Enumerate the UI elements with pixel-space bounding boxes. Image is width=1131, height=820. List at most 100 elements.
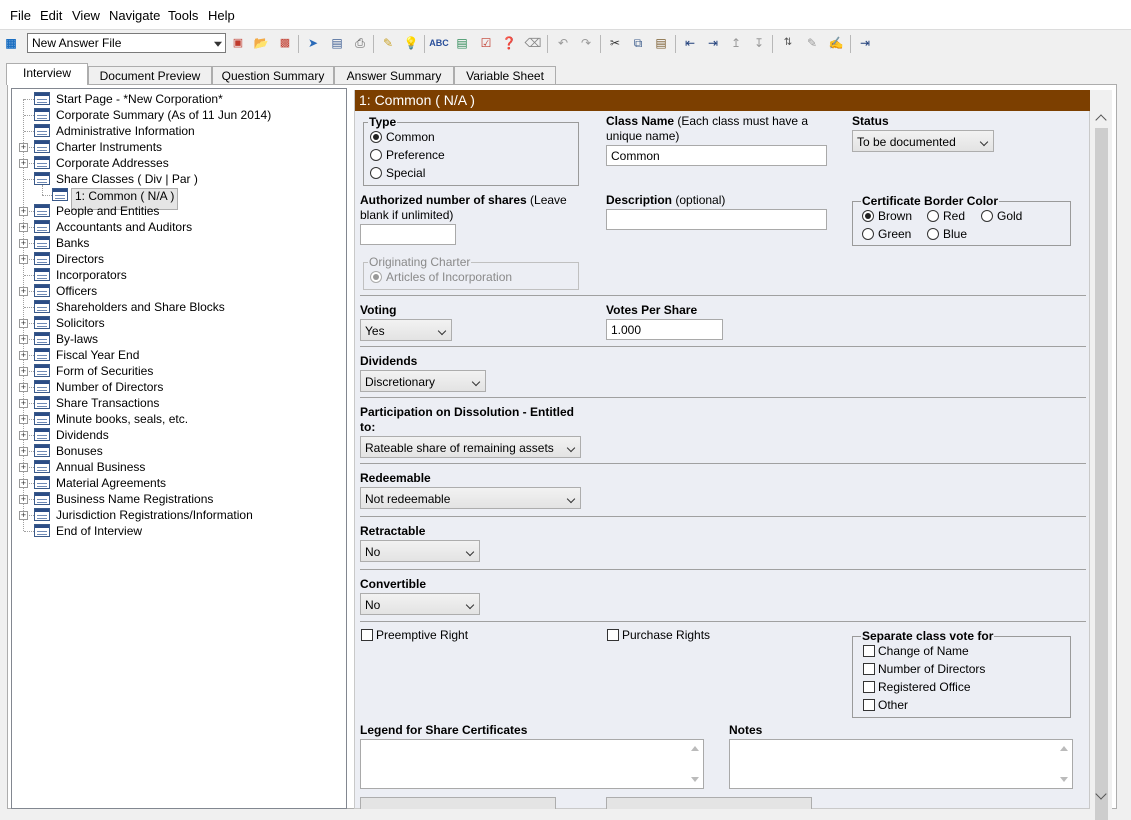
- votes-per-share-input[interactable]: 1.000: [606, 319, 723, 340]
- tree-item[interactable]: Share Classes ( Div | Par ): [12, 171, 342, 187]
- expand-icon[interactable]: +: [19, 367, 28, 376]
- tree-item[interactable]: + Directors: [12, 251, 342, 267]
- finish-icon[interactable]: ⇥: [856, 34, 874, 52]
- undo-icon[interactable]: ↶: [554, 34, 572, 52]
- sort-icon[interactable]: ⇅: [779, 34, 797, 52]
- expand-icon[interactable]: +: [19, 143, 28, 152]
- expand-icon[interactable]: +: [19, 495, 28, 504]
- voting-select[interactable]: Yes: [360, 319, 452, 341]
- dissolution-select[interactable]: Rateable share of remaining assets: [360, 436, 581, 458]
- expand-icon[interactable]: +: [19, 431, 28, 440]
- border-green-radio[interactable]: [862, 228, 874, 240]
- vote-number-directors-checkbox[interactable]: [863, 663, 875, 675]
- class-name-input[interactable]: Common: [606, 145, 827, 166]
- properties-icon[interactable]: ✎: [379, 34, 397, 52]
- legend-textarea[interactable]: [360, 739, 704, 789]
- expand-icon[interactable]: +: [19, 447, 28, 456]
- copy-icon[interactable]: ⧉: [629, 34, 647, 52]
- redo-icon[interactable]: ↷: [577, 34, 595, 52]
- insert-icon[interactable]: ⇤: [681, 34, 699, 52]
- vertical-scrollbar[interactable]: [1090, 90, 1112, 820]
- notes-textarea[interactable]: [729, 739, 1073, 789]
- expand-icon[interactable]: +: [19, 415, 28, 424]
- tree-item[interactable]: + Annual Business: [12, 459, 342, 475]
- expand-icon[interactable]: +: [19, 479, 28, 488]
- border-red-radio[interactable]: [927, 210, 939, 222]
- expand-icon[interactable]: +: [19, 223, 28, 232]
- tab-interview[interactable]: Interview: [6, 63, 88, 85]
- expand-icon[interactable]: +: [19, 239, 28, 248]
- tree-item[interactable]: Shareholders and Share Blocks: [12, 299, 342, 315]
- expand-icon[interactable]: +: [19, 319, 28, 328]
- tab-variable-sheet[interactable]: Variable Sheet: [454, 66, 556, 84]
- tree-item[interactable]: + Accountants and Auditors: [12, 219, 342, 235]
- add-after-icon[interactable]: ⇥: [704, 34, 722, 52]
- next-icon[interactable]: ➤: [304, 34, 322, 52]
- border-gold-radio[interactable]: [981, 210, 993, 222]
- menu-navigate[interactable]: Navigate: [109, 8, 160, 23]
- tree-item[interactable]: + Business Name Registrations: [12, 491, 342, 507]
- tree-item[interactable]: Incorporators: [12, 267, 342, 283]
- tree-item[interactable]: Corporate Summary (As of 11 Jun 2014): [12, 107, 342, 123]
- expand-icon[interactable]: +: [19, 287, 28, 296]
- scroll-thumb[interactable]: [1095, 128, 1108, 820]
- tab-answer-summary[interactable]: Answer Summary: [334, 66, 454, 84]
- move-down-icon[interactable]: ↧: [750, 34, 768, 52]
- print-icon[interactable]: ⎙: [351, 34, 369, 52]
- tree-item[interactable]: + Jurisdiction Registrations/Information: [12, 507, 342, 523]
- tree-item[interactable]: + Banks: [12, 235, 342, 251]
- expand-icon[interactable]: +: [19, 335, 28, 344]
- tree-item[interactable]: + Form of Securities: [12, 363, 342, 379]
- dividends-select[interactable]: Discretionary: [360, 370, 486, 392]
- tree-item[interactable]: + Number of Directors: [12, 379, 342, 395]
- type-special-radio[interactable]: [370, 167, 382, 179]
- expand-icon[interactable]: +: [19, 159, 28, 168]
- tree-item[interactable]: + Bonuses: [12, 443, 342, 459]
- retractable-select[interactable]: No: [360, 540, 480, 562]
- menu-view[interactable]: View: [72, 8, 100, 23]
- vote-change-name-checkbox[interactable]: [863, 645, 875, 657]
- tree-item[interactable]: + Charter Instruments: [12, 139, 342, 155]
- bottom-button-right[interactable]: [606, 797, 812, 809]
- description-input[interactable]: [606, 209, 827, 230]
- export-icon[interactable]: ▤: [453, 34, 471, 52]
- menu-tools[interactable]: Tools: [168, 8, 198, 23]
- expand-icon[interactable]: +: [19, 511, 28, 520]
- tree-item[interactable]: Administrative Information: [12, 123, 342, 139]
- tree-item[interactable]: End of Interview: [12, 523, 342, 539]
- check-icon[interactable]: ☑: [477, 34, 495, 52]
- vote-registered-office-checkbox[interactable]: [863, 681, 875, 693]
- save-icon[interactable]: ▤: [328, 34, 346, 52]
- move-up-icon[interactable]: ↥: [727, 34, 745, 52]
- scroll-up-icon[interactable]: [1095, 114, 1107, 126]
- tree-item[interactable]: + People and Entities: [12, 203, 342, 219]
- tree-item[interactable]: Start Page - *New Corporation*: [12, 91, 342, 107]
- tree-item[interactable]: 1: Common ( N/A ): [12, 187, 342, 210]
- tab-document-preview[interactable]: Document Preview: [88, 66, 212, 84]
- border-brown-radio[interactable]: [862, 210, 874, 222]
- clear-icon[interactable]: ⌫: [524, 34, 542, 52]
- open-icon[interactable]: 📂: [252, 34, 270, 52]
- tree-item[interactable]: + Corporate Addresses: [12, 155, 342, 171]
- tree-item[interactable]: + Solicitors: [12, 315, 342, 331]
- redeemable-select[interactable]: Not redeemable: [360, 487, 581, 509]
- purchase-rights-checkbox[interactable]: [607, 629, 619, 641]
- expand-icon[interactable]: +: [19, 399, 28, 408]
- edit-icon[interactable]: ✎: [803, 34, 821, 52]
- app-icon[interactable]: ▦: [2, 34, 20, 52]
- tree-item[interactable]: + Fiscal Year End: [12, 347, 342, 363]
- authorized-shares-input[interactable]: [360, 224, 456, 245]
- tree-item[interactable]: + Minute books, seals, etc.: [12, 411, 342, 427]
- border-blue-radio[interactable]: [927, 228, 939, 240]
- expand-icon[interactable]: +: [19, 383, 28, 392]
- interview-tree[interactable]: Start Page - *New Corporation* Corporate …: [11, 88, 347, 809]
- new-answer-icon[interactable]: ▣: [229, 34, 247, 52]
- menu-file[interactable]: File: [10, 8, 31, 23]
- cut-icon[interactable]: ✂: [606, 34, 624, 52]
- answer-file-select[interactable]: New Answer File: [27, 33, 226, 53]
- status-select[interactable]: To be documented: [852, 130, 994, 152]
- type-common-radio[interactable]: [370, 131, 382, 143]
- menu-help[interactable]: Help: [208, 8, 235, 23]
- rename-icon[interactable]: ✍: [827, 34, 845, 52]
- help-icon[interactable]: ❓: [500, 34, 518, 52]
